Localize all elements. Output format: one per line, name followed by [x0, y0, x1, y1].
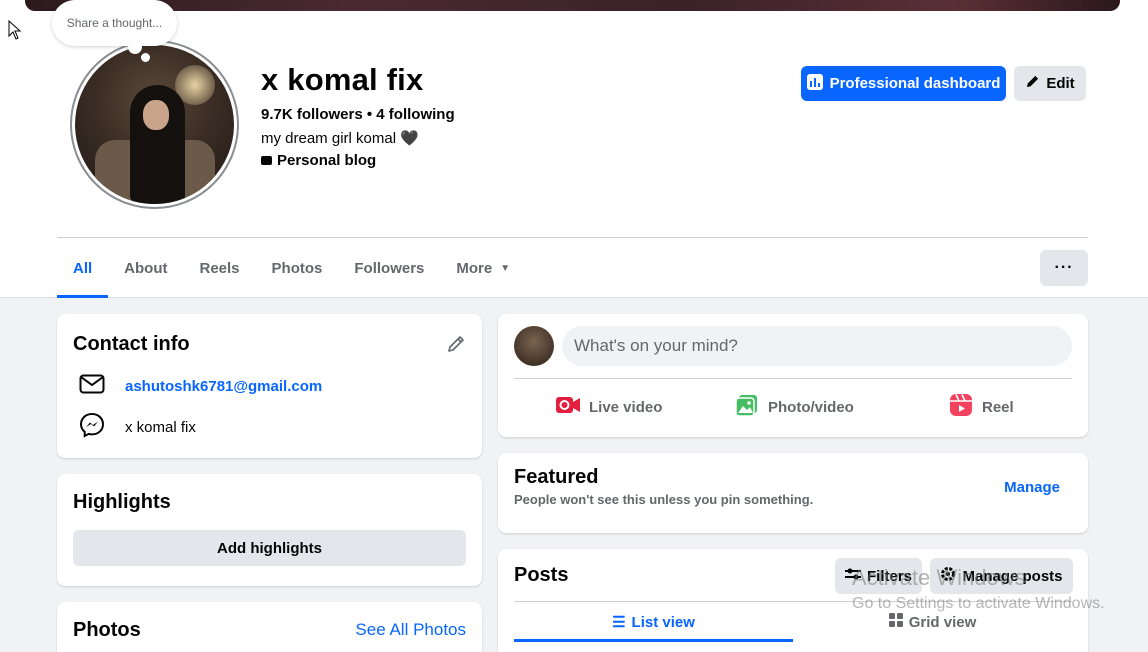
- whats-on-your-mind-input[interactable]: What's on your mind?: [562, 326, 1072, 366]
- tab-followers[interactable]: Followers: [338, 238, 440, 298]
- list-icon: ☰: [612, 614, 626, 631]
- contact-messenger-row: x komal fix: [79, 412, 196, 442]
- category-label: Personal blog: [277, 152, 377, 169]
- filters-button[interactable]: Filters: [835, 558, 922, 594]
- tab-photos[interactable]: Photos: [256, 238, 339, 298]
- live-video-button[interactable]: Live video: [556, 394, 662, 420]
- featured-title: Featured: [514, 466, 599, 488]
- gear-icon: [940, 566, 956, 586]
- contact-email-link[interactable]: ashutoshk6781@gmail.com: [125, 378, 322, 395]
- photo-video-button[interactable]: Photo/video: [735, 394, 854, 420]
- edit-label: Edit: [1046, 75, 1075, 92]
- pencil-icon: [1025, 74, 1040, 93]
- featured-card: Featured People won't see this unless yo…: [498, 453, 1088, 533]
- photos-title: Photos: [73, 619, 141, 641]
- highlights-title: Highlights: [73, 491, 171, 513]
- contact-email-row: ashutoshk6781@gmail.com: [79, 374, 322, 398]
- manage-featured-link[interactable]: Manage: [1004, 479, 1060, 496]
- profile-bio: my dream girl komal 🖤: [261, 130, 419, 147]
- thought-bubble-dot: [128, 40, 142, 54]
- profile-tabs: All About Reels Photos Followers More ▼: [57, 238, 526, 298]
- more-options-button[interactable]: ···: [1040, 250, 1088, 286]
- see-all-photos-link[interactable]: See All Photos: [355, 620, 466, 640]
- professional-dashboard-label: Professional dashboard: [829, 75, 1001, 92]
- contact-info-title: Contact info: [73, 333, 190, 355]
- envelope-icon: [79, 374, 105, 398]
- edit-profile-button[interactable]: Edit: [1014, 66, 1086, 101]
- tab-reels[interactable]: Reels: [184, 238, 256, 298]
- composer-divider: [514, 378, 1072, 379]
- profile-avatar[interactable]: [70, 40, 239, 209]
- tab-about[interactable]: About: [108, 238, 183, 298]
- follower-stats[interactable]: 9.7K followers • 4 following: [261, 106, 455, 123]
- contact-messenger-name: x komal fix: [125, 418, 196, 436]
- messenger-icon: [79, 412, 105, 442]
- contact-info-card: Contact info ashutoshk6781@gmail.com x k…: [57, 314, 482, 458]
- thought-bubble-dot: [141, 53, 150, 62]
- highlights-card: Highlights Add highlights: [57, 474, 482, 586]
- share-thought-text: Share a thought...: [66, 16, 163, 30]
- bar-chart-icon: [806, 73, 823, 94]
- profile-category: Personal blog: [261, 152, 376, 169]
- reel-icon: [949, 393, 973, 421]
- posts-title: Posts: [514, 564, 569, 586]
- edit-contact-pencil-icon[interactable]: [446, 334, 466, 359]
- professional-dashboard-button[interactable]: Professional dashboard: [801, 66, 1006, 101]
- tab-more[interactable]: More ▼: [440, 238, 526, 298]
- composer-avatar[interactable]: [514, 326, 554, 366]
- tab-all[interactable]: All: [57, 238, 109, 298]
- cover-photo[interactable]: [25, 0, 1120, 11]
- list-view-tab[interactable]: ☰ List view: [514, 602, 793, 642]
- briefcase-icon: [261, 156, 272, 165]
- manage-posts-button[interactable]: Manage posts: [930, 558, 1073, 594]
- sliders-icon: [844, 567, 861, 585]
- grid-icon: [888, 613, 903, 631]
- mouse-cursor-icon: [8, 19, 22, 45]
- live-video-icon: [556, 396, 580, 418]
- avatar-photo: [75, 45, 234, 204]
- post-composer-card: What's on your mind? Live video Photo/vi…: [498, 314, 1088, 437]
- featured-subtitle: People won't see this unless you pin som…: [514, 492, 814, 507]
- ellipsis-icon: ···: [1054, 259, 1074, 276]
- caret-down-icon: ▼: [500, 262, 511, 274]
- photo-icon: [735, 393, 759, 421]
- photos-card: Photos See All Photos: [57, 602, 482, 652]
- posts-card: Posts Filters Manage posts ☰ List view G…: [498, 549, 1088, 652]
- reel-button[interactable]: Reel: [949, 394, 1014, 420]
- share-thought-bubble[interactable]: Share a thought...: [52, 0, 177, 46]
- add-highlights-button[interactable]: Add highlights: [73, 530, 466, 566]
- profile-name: x komal fix: [261, 62, 424, 97]
- grid-view-tab[interactable]: Grid view: [793, 602, 1072, 642]
